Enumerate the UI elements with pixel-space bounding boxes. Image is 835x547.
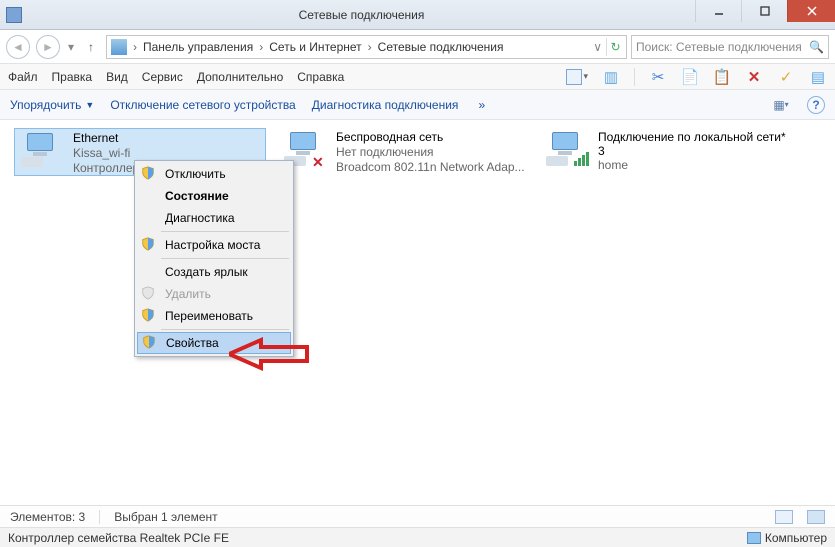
menu-help[interactable]: Справка <box>297 70 344 84</box>
ctx-properties[interactable]: Свойства <box>137 332 291 354</box>
disconnected-icon: ✕ <box>312 154 324 171</box>
status-detail: Контроллер семейства Realtek PCIe FE <box>8 531 229 545</box>
connection-name: Подключение по локальной сети* 3 <box>598 130 788 158</box>
status-elements: Элементов: 3 <box>10 510 85 524</box>
connection-status: Kissa_wi-fi <box>73 146 139 161</box>
maximize-button[interactable] <box>741 0 787 22</box>
search-icon: 🔍 <box>809 40 824 54</box>
control-panel-icon <box>111 39 127 55</box>
up-button[interactable]: ↑ <box>80 36 102 58</box>
breadcrumb-item[interactable]: Сетевые подключения <box>374 40 508 54</box>
breadcrumb-item[interactable]: Панель управления <box>139 40 257 54</box>
navbar: ◄ ► ▾ ↑ › Панель управления › Сеть и Инт… <box>0 30 835 64</box>
ctx-disable[interactable]: Отключить <box>137 163 291 185</box>
connection-device: Контроллер <box>73 161 139 176</box>
signal-bars-icon <box>574 152 589 166</box>
view-large-button[interactable]: ▦▾ <box>771 95 791 115</box>
connection-item-wireless[interactable]: ✕ Беспроводная сеть Нет подключения Broa… <box>278 128 530 176</box>
disable-device-button[interactable]: Отключение сетевого устройства <box>110 98 295 112</box>
connection-name: Беспроводная сеть <box>336 130 525 145</box>
undo-button[interactable]: ✓ <box>777 68 795 86</box>
copy-button[interactable]: 📄 <box>681 68 699 86</box>
connection-status: Нет подключения <box>336 145 525 160</box>
paste-button[interactable]: 📋 <box>713 68 731 86</box>
chevron-right-icon: › <box>131 40 139 54</box>
cut-button[interactable]: ✂ <box>649 68 667 86</box>
breadcrumb-item[interactable]: Сеть и Интернет <box>265 40 365 54</box>
window-title: Сетевые подключения <box>28 8 695 22</box>
computer-icon <box>747 532 761 544</box>
menu-extra[interactable]: Дополнительно <box>197 70 283 84</box>
menubar: Файл Правка Вид Сервис Дополнительно Спр… <box>0 64 835 90</box>
forward-button[interactable]: ► <box>36 35 60 59</box>
status-bar: Элементов: 3 Выбран 1 элемент <box>0 505 835 527</box>
search-placeholder: Поиск: Сетевые подключения <box>636 40 802 54</box>
ctx-delete[interactable]: Удалить <box>137 283 291 305</box>
search-input[interactable]: Поиск: Сетевые подключения 🔍 <box>631 35 829 59</box>
shield-icon <box>141 166 157 182</box>
ctx-diagnostics[interactable]: Диагностика <box>137 207 291 229</box>
menu-edit[interactable]: Правка <box>52 70 93 84</box>
window-controls <box>695 0 835 29</box>
shield-icon <box>141 308 157 324</box>
refresh-button[interactable]: ↻ <box>606 38 624 56</box>
connection-device: home <box>598 158 788 173</box>
ctx-shortcut[interactable]: Создать ярлык <box>137 261 291 283</box>
help-button[interactable]: ? <box>807 96 825 114</box>
menu-file[interactable]: Файл <box>8 70 38 84</box>
delete-button[interactable]: ✕ <box>745 68 763 86</box>
history-dropdown-icon[interactable]: ▾ <box>66 40 76 54</box>
ctx-bridge[interactable]: Настройка моста <box>137 234 291 256</box>
connection-device: Broadcom 802.11n Network Adap... <box>336 160 525 175</box>
shield-icon <box>141 286 157 302</box>
organize-button[interactable]: Упорядочить▼ <box>10 98 94 112</box>
shield-icon <box>142 335 158 351</box>
tiles-view-icon[interactable] <box>807 510 825 524</box>
app-icon <box>6 7 22 23</box>
network-adapter-icon <box>544 130 592 170</box>
status-bar-lower: Контроллер семейства Realtek PCIe FE Ком… <box>0 527 835 547</box>
address-bar[interactable]: › Панель управления › Сеть и Интернет › … <box>106 35 627 59</box>
address-dropdown-icon[interactable]: ∨ <box>593 40 602 54</box>
close-button[interactable] <box>787 0 835 22</box>
menu-view[interactable]: Вид <box>106 70 128 84</box>
chevron-right-icon: › <box>366 40 374 54</box>
chevron-right-icon: › <box>257 40 265 54</box>
shield-icon <box>141 237 157 253</box>
status-location: Компьютер <box>747 531 827 545</box>
context-menu: Отключить Состояние Диагностика Настройк… <box>134 160 294 357</box>
diagnose-button[interactable]: Диагностика подключения <box>312 98 459 112</box>
ctx-rename[interactable]: Переименовать <box>137 305 291 327</box>
network-adapter-icon <box>19 131 67 171</box>
titlebar: Сетевые подключения <box>0 0 835 30</box>
ctx-status[interactable]: Состояние <box>137 185 291 207</box>
details-view-icon[interactable] <box>775 510 793 524</box>
status-selected: Выбран 1 элемент <box>114 510 217 524</box>
view-tiles-button[interactable]: ▾ <box>566 69 588 85</box>
connection-item-lan3[interactable]: Подключение по локальной сети* 3 home <box>540 128 792 176</box>
back-button[interactable]: ◄ <box>6 35 30 59</box>
more-commands-icon[interactable]: » <box>478 98 485 112</box>
content-area: Ethernet Kissa_wi-fi Контроллер ✕ Беспро… <box>0 120 835 506</box>
command-bar: Упорядочить▼ Отключение сетевого устройс… <box>0 90 835 120</box>
menu-service[interactable]: Сервис <box>142 70 183 84</box>
connection-name: Ethernet <box>73 131 139 146</box>
properties-button[interactable]: ▤ <box>809 68 827 86</box>
minimize-button[interactable] <box>695 0 741 22</box>
preview-pane-button[interactable]: ▥ <box>602 68 620 86</box>
